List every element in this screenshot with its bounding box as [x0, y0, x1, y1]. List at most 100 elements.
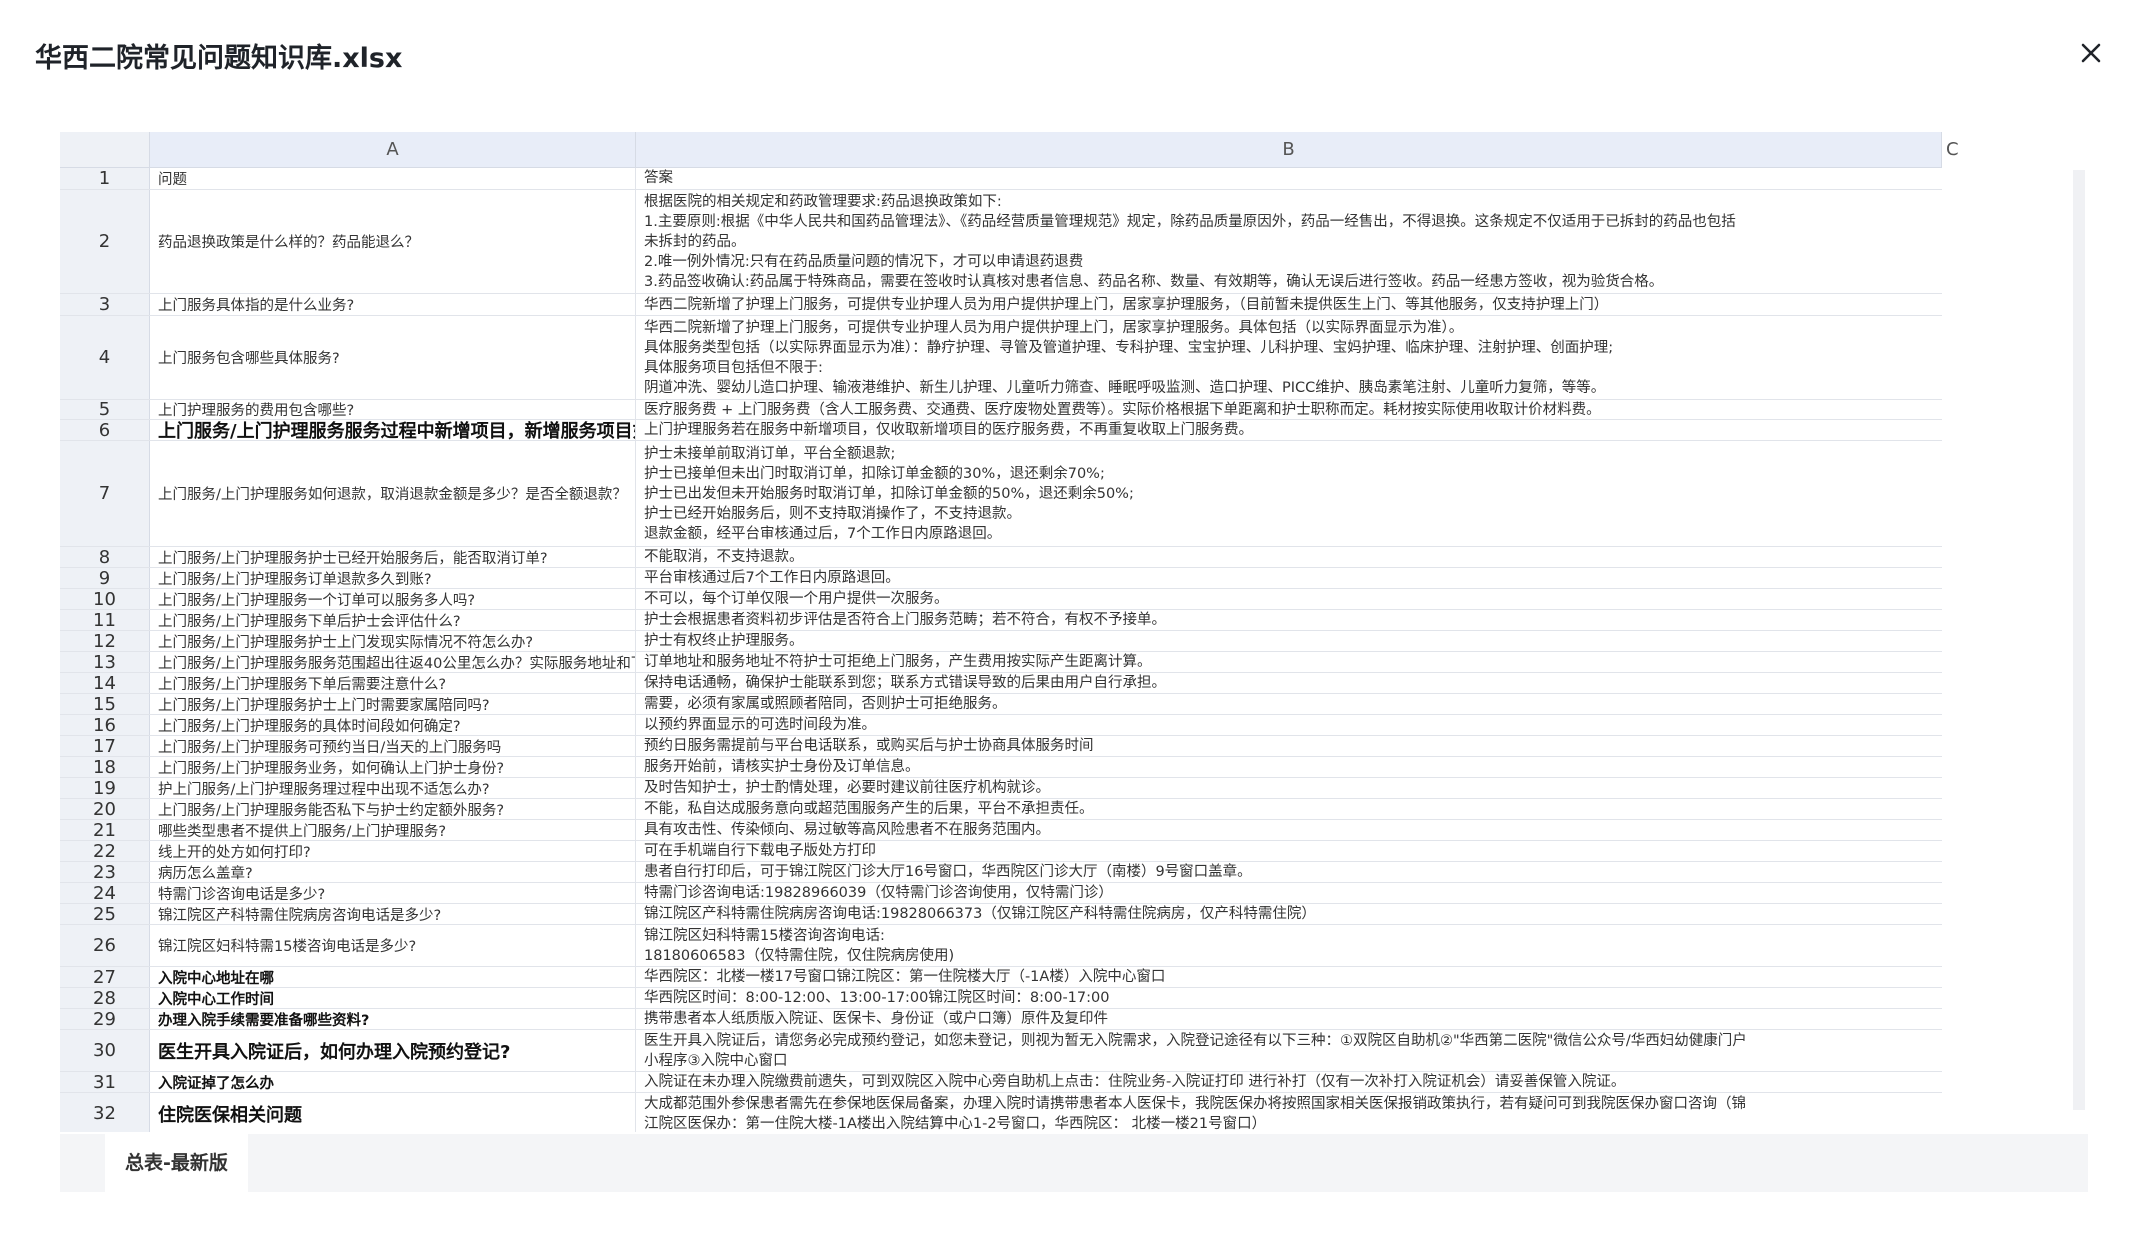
row-number[interactable]: 27 [60, 967, 150, 988]
row-number[interactable]: 31 [60, 1072, 150, 1093]
row-number[interactable]: 12 [60, 631, 150, 652]
table-row[interactable]: 17 上门服务/上门护理服务可预约当日/当天的上门服务吗 预约日服务需提前与平台电话… [60, 736, 1942, 757]
table-row[interactable]: 4 上门服务包含哪些具体服务? 华西二院新增了护理上门服务，可提供专业护理人员为用户… [60, 316, 1942, 400]
row-number[interactable]: 23 [60, 862, 150, 883]
row-number[interactable]: 9 [60, 568, 150, 589]
question-cell[interactable]: 上门护理服务的费用包含哪些? [150, 400, 636, 419]
table-row[interactable]: 23 病历怎么盖章? 患者自行打印后，可于锦江院区门诊大厅16号窗口，华西院区门诊大… [60, 862, 1942, 883]
answer-cell[interactable]: 特需门诊咨询电话:19828966039（仅特需门诊咨询使用，仅特需门诊） [636, 883, 1942, 903]
table-row[interactable]: 25 锦江院区产科特需住院病房咨询电话是多少? 锦江院区产科特需住院病房咨询电话:1… [60, 904, 1942, 925]
row-number[interactable]: 22 [60, 841, 150, 862]
answer-cell[interactable]: 需要，必须有家属或照顾者陪同，否则护士可拒绝服务。 [636, 694, 1942, 714]
table-row[interactable]: 7 上门服务/上门护理服务如何退款，取消退款金额是多少？是否全额退款？ 护士未接单前… [60, 441, 1942, 547]
row-number[interactable]: 5 [60, 399, 150, 420]
spreadsheet-grid[interactable]: A B C 1 问题 答案 2 药品退换政策是什么样的？药品能退么？ 根据医院的相关规定和… [60, 132, 2088, 1132]
row-number[interactable]: 13 [60, 652, 150, 673]
table-row[interactable]: 30 医生开具入院证后，如何办理入院预约登记? 医生开具入院证后，请您务必完成预约登… [60, 1030, 1942, 1072]
question-cell[interactable]: 入院中心工作时间 [150, 988, 636, 1008]
table-row[interactable]: 28 入院中心工作时间 华西院区时间：8:00-12:00、13:00-17:00锦… [60, 988, 1942, 1009]
table-row[interactable]: 26 锦江院区妇科特需15楼咨询电话是多少? 锦江院区妇科特需15楼咨询咨询电话: … [60, 925, 1942, 967]
select-all-corner[interactable] [60, 132, 150, 168]
table-row[interactable]: 2 药品退换政策是什么样的？药品能退么？ 根据医院的相关规定和药政管理要求:药品退换… [60, 190, 1942, 294]
question-cell[interactable]: 哪些类型患者不提供上门服务/上门护理服务? [150, 820, 636, 840]
answer-cell[interactable]: 保持电话通畅，确保护士能联系到您；联系方式错误导致的后果由用户自行承担。 [636, 673, 1942, 693]
answer-cell[interactable]: 及时告知护士，护士酌情处理，必要时建议前往医疗机构就诊。 [636, 778, 1942, 798]
answer-cell[interactable]: 医疗服务费 + 上门服务费（含人工服务费、交通费、医疗废物处置费等）。实际价格根… [636, 400, 1942, 419]
answer-cell[interactable]: 答案 [636, 168, 1942, 189]
row-number[interactable]: 18 [60, 757, 150, 778]
question-cell[interactable]: 护上门服务/上门护理服务理过程中出现不适怎么办? [150, 778, 636, 798]
answer-cell[interactable]: 华西院区时间：8:00-12:00、13:00-17:00锦江院区时间：8:00… [636, 988, 1942, 1008]
question-cell[interactable]: 问题 [150, 168, 636, 189]
question-cell[interactable]: 上门服务具体指的是什么业务? [150, 294, 636, 315]
row-number[interactable]: 20 [60, 799, 150, 820]
answer-cell[interactable]: 服务开始前，请核实护士身份及订单信息。 [636, 757, 1942, 777]
row-number[interactable]: 25 [60, 904, 150, 925]
answer-cell[interactable]: 护士会根据患者资料初步评估是否符合上门服务范畴；若不符合，有权不予接单。 [636, 610, 1942, 630]
row-number[interactable]: 29 [60, 1009, 150, 1030]
row-number[interactable]: 15 [60, 694, 150, 715]
row-number[interactable]: 32 [60, 1093, 150, 1132]
row-number[interactable]: 11 [60, 610, 150, 631]
table-row[interactable]: 11 上门服务/上门护理服务下单后护士会评估什么? 护士会根据患者资料初步评估是否符… [60, 610, 1942, 631]
question-cell[interactable]: 上门服务/上门护理服务一个订单可以服务多人吗? [150, 589, 636, 609]
table-row[interactable]: 16 上门服务/上门护理服务的具体时间段如何确定? 以预约界面显示的可选时间段为准。 [60, 715, 1942, 736]
question-cell[interactable]: 入院中心地址在哪 [150, 967, 636, 987]
answer-cell[interactable]: 不能，私自达成服务意向或超范围服务产生的后果，平台不承担责任。 [636, 799, 1942, 819]
row-number[interactable]: 2 [60, 190, 150, 293]
row-number[interactable]: 19 [60, 778, 150, 799]
answer-cell[interactable]: 华西二院新增了护理上门服务，可提供专业护理人员为用户提供护理上门，居家享护理服务… [636, 294, 1942, 315]
answer-cell[interactable]: 华西二院新增了护理上门服务，可提供专业护理人员为用户提供护理上门，居家享护理服务… [636, 316, 1942, 399]
question-cell[interactable]: 上门服务包含哪些具体服务? [150, 316, 636, 399]
question-cell[interactable]: 上门服务/上门护理服务护士上门发现实际情况不符怎么办? [150, 631, 636, 651]
vertical-scrollbar[interactable] [2073, 170, 2085, 1110]
question-cell[interactable]: 锦江院区产科特需住院病房咨询电话是多少? [150, 904, 636, 924]
table-row[interactable]: 20 上门服务/上门护理服务能否私下与护士约定额外服务? 不能，私自达成服务意向或超… [60, 799, 1942, 820]
answer-cell[interactable]: 订单地址和服务地址不符护士可拒绝上门服务，产生费用按实际产生距离计算。 [636, 652, 1942, 672]
question-cell[interactable]: 上门服务/上门护理服务可预约当日/当天的上门服务吗 [150, 736, 636, 756]
question-cell[interactable]: 医生开具入院证后，如何办理入院预约登记? [150, 1030, 636, 1071]
row-number[interactable]: 16 [60, 715, 150, 736]
answer-cell[interactable]: 以预约界面显示的可选时间段为准。 [636, 715, 1942, 735]
table-row[interactable]: 32 住院医保相关问题 大成都范围外参保患者需先在参保地医保局备案，办理入院时请携带… [60, 1093, 1942, 1132]
question-cell[interactable]: 入院证掉了怎么办 [150, 1072, 636, 1092]
question-cell[interactable]: 特需门诊咨询电话是多少? [150, 883, 636, 903]
question-cell[interactable]: 上门服务/上门护理服务护士已经开始服务后，能否取消订单? [150, 547, 636, 567]
table-row[interactable]: 31 入院证掉了怎么办 入院证在未办理入院缴费前遗失，可到双院区入院中心旁自助机上点… [60, 1072, 1942, 1093]
row-number[interactable]: 28 [60, 988, 150, 1009]
question-cell[interactable]: 上门服务/上门护理服务服务范围超出往返40公里怎么办？实际服务地址和下单地址不符… [150, 652, 636, 672]
question-cell[interactable]: 办理入院手续需要准备哪些资料? [150, 1009, 636, 1029]
answer-cell[interactable]: 锦江院区产科特需住院病房咨询电话:19828066373（仅锦江院区产科特需住院… [636, 904, 1942, 924]
answer-cell[interactable]: 患者自行打印后，可于锦江院区门诊大厅16号窗口，华西院区门诊大厅（南楼）9号窗口… [636, 862, 1942, 882]
answer-cell[interactable]: 锦江院区妇科特需15楼咨询咨询电话: 18180606583（仅特需住院，仅住院… [636, 925, 1942, 966]
question-cell[interactable]: 线上开的处方如何打印? [150, 841, 636, 861]
table-row[interactable]: 21 哪些类型患者不提供上门服务/上门护理服务? 具有攻击性、传染倾向、易过敏等高风… [60, 820, 1942, 841]
answer-cell[interactable]: 医生开具入院证后，请您务必完成预约登记，如您未登记，则视为暂无入院需求，入院登记… [636, 1030, 1942, 1071]
table-row[interactable]: 14 上门服务/上门护理服务下单后需要注意什么? 保持电话通畅，确保护士能联系到您；… [60, 673, 1942, 694]
answer-cell[interactable]: 具有攻击性、传染倾向、易过敏等高风险患者不在服务范围内。 [636, 820, 1942, 840]
question-cell[interactable]: 上门服务/上门护理服务如何退款，取消退款金额是多少？是否全额退款？ [150, 441, 636, 546]
answer-cell[interactable]: 大成都范围外参保患者需先在参保地医保局备案，办理入院时请携带患者本人医保卡，我院… [636, 1093, 1942, 1132]
answer-cell[interactable]: 平台审核通过后7个工作日内原路退回。 [636, 568, 1942, 588]
row-number[interactable]: 30 [60, 1030, 150, 1071]
close-icon[interactable] [2074, 36, 2108, 70]
row-number[interactable]: 14 [60, 673, 150, 694]
table-row[interactable]: 19 护上门服务/上门护理服务理过程中出现不适怎么办? 及时告知护士，护士酌情处理，… [60, 778, 1942, 799]
table-row[interactable]: 3 上门服务具体指的是什么业务? 华西二院新增了护理上门服务，可提供专业护理人员为用… [60, 294, 1942, 316]
row-number[interactable]: 6 [60, 420, 150, 441]
question-cell[interactable]: 上门服务/上门护理服务订单退款多久到账? [150, 568, 636, 588]
table-row[interactable]: 22 线上开的处方如何打印? 可在手机端自行下载电子版处方打印 [60, 841, 1942, 862]
answer-cell[interactable]: 不能取消，不支持退款。 [636, 547, 1942, 567]
question-cell[interactable]: 上门服务/上门护理服务服务过程中新增项目，新增服务项目如何收费？ [150, 420, 636, 440]
question-cell[interactable]: 住院医保相关问题 [150, 1093, 636, 1132]
row-number[interactable]: 3 [60, 294, 150, 315]
answer-cell[interactable]: 携带患者本人纸质版入院证、医保卡、身份证（或户口簿）原件及复印件 [636, 1009, 1942, 1029]
table-row[interactable]: 27 入院中心地址在哪 华西院区：北楼一楼17号窗口锦江院区：第一住院楼大厅（-1A… [60, 967, 1942, 988]
question-cell[interactable]: 上门服务/上门护理服务能否私下与护士约定额外服务? [150, 799, 636, 819]
table-row[interactable]: 12 上门服务/上门护理服务护士上门发现实际情况不符怎么办? 护士有权终止护理服务。 [60, 631, 1942, 652]
table-row[interactable]: 5 上门护理服务的费用包含哪些? 医疗服务费 + 上门服务费（含人工服务费、交通费、… [60, 399, 1942, 420]
column-header-b[interactable]: B [636, 132, 1942, 168]
row-number[interactable]: 4 [60, 316, 150, 399]
answer-cell[interactable]: 入院证在未办理入院缴费前遗失，可到双院区入院中心旁自助机上点击：住院业务-入院证… [636, 1072, 1942, 1092]
table-row[interactable]: 18 上门服务/上门护理服务业务，如何确认上门护士身份? 服务开始前，请核实护士身份… [60, 757, 1942, 778]
